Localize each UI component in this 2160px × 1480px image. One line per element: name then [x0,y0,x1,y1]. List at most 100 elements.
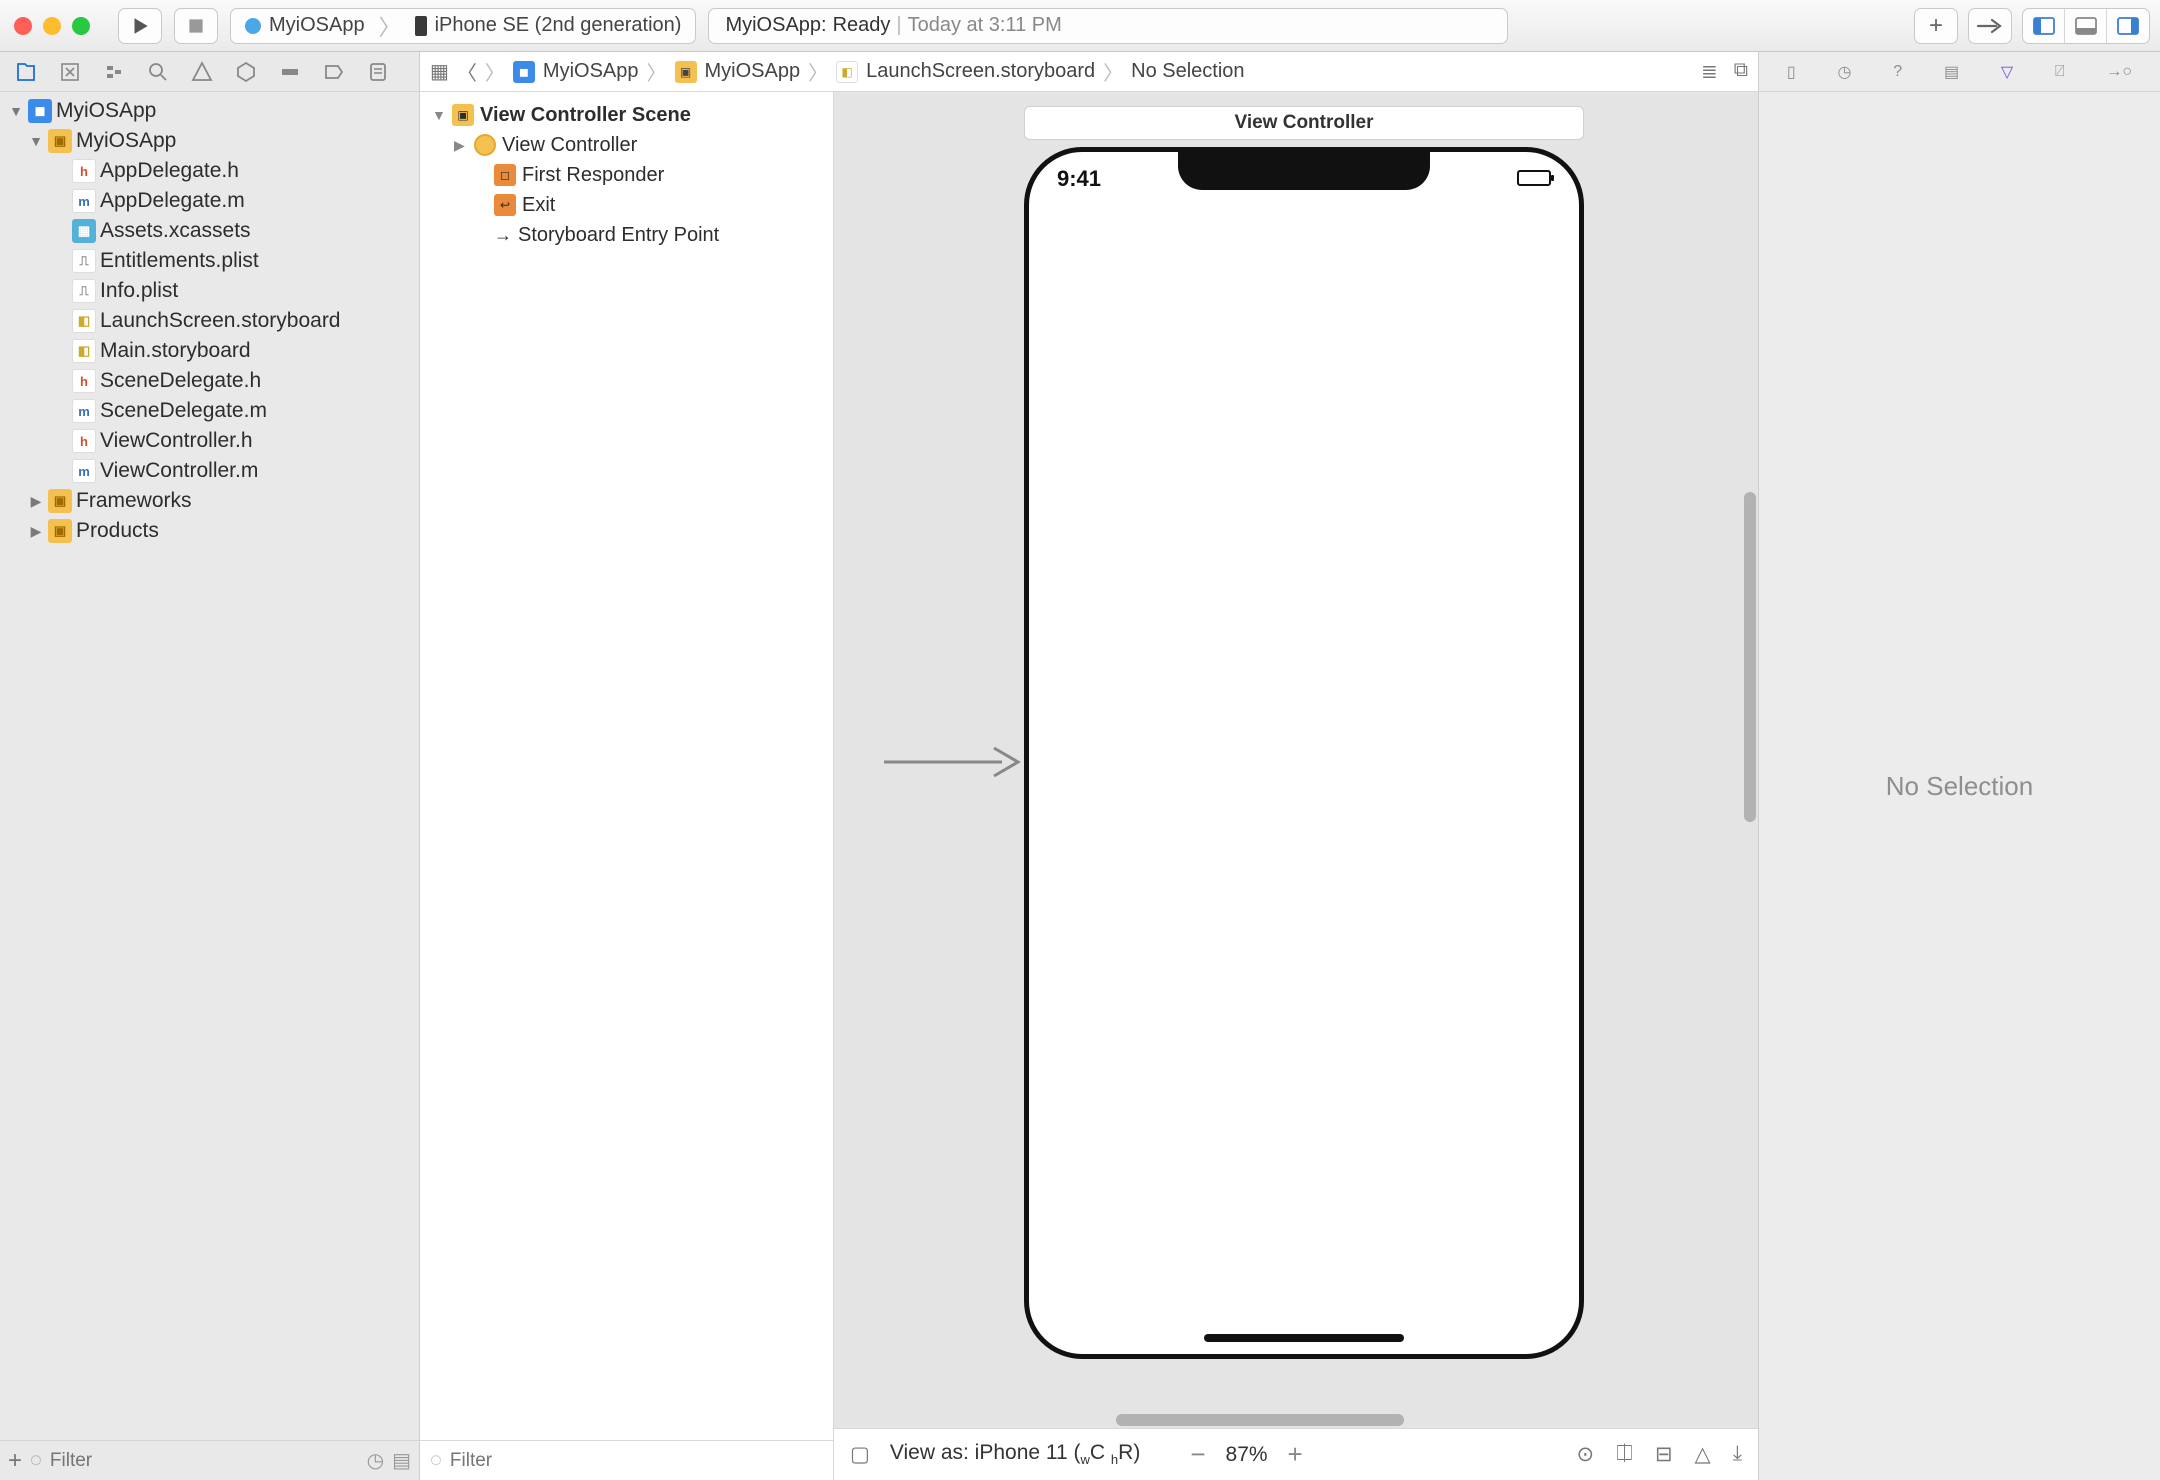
crumb-item[interactable]: LaunchScreen.storyboard [866,60,1095,83]
resolve-icon[interactable]: △ [1695,1442,1711,1467]
test-navigator-tab[interactable] [226,57,266,87]
adjust-editor-icon[interactable]: ⧉ [1734,59,1748,84]
view-as-button[interactable]: View as: iPhone 11 (wC hR) [890,1441,1140,1467]
zoom-in-button[interactable]: + [1288,1439,1303,1470]
tree-file[interactable]: ◧Main.storyboard [0,336,419,366]
scm-filter-icon[interactable]: ▤ [392,1448,411,1473]
tree-label: SceneDelegate.m [100,399,267,423]
file-inspector-tab[interactable]: ▯ [1787,62,1796,82]
help-inspector-tab[interactable]: ? [1893,63,1902,81]
tree-file[interactable]: ⎍Info.plist [0,276,419,306]
tree-file[interactable]: hAppDelegate.h [0,156,419,186]
code-review-button[interactable] [1968,8,2012,44]
device-preview[interactable]: 9:41 [1024,147,1584,1359]
navigator-tabs [0,52,419,92]
tree-label: AppDelegate.m [100,189,245,213]
forward-button[interactable]: 〉 [485,57,505,86]
crumb-item[interactable]: MyiOSApp [543,60,639,83]
tree-file[interactable]: mAppDelegate.m [0,186,419,216]
zoom-out-button[interactable]: − [1190,1439,1205,1470]
outline-scene[interactable]: ▼ ▣ View Controller Scene [426,100,827,130]
outline-filter-input[interactable] [450,1450,823,1472]
tree-file[interactable]: ⎍Entitlements.plist [0,246,419,276]
assets-icon: ▦ [72,219,96,243]
project-navigator-tab[interactable] [6,57,46,87]
project-tree[interactable]: ▼ ◼ MyiOSApp ▼ ▣ MyiOSApp hAppDelegate.h… [0,92,419,1440]
storyboard-entry-arrow[interactable] [884,742,1024,787]
issue-navigator-tab[interactable] [182,57,222,87]
toggle-navigator-icon[interactable] [2023,9,2065,43]
zoom-window-button[interactable] [72,17,90,35]
pin-icon[interactable]: ⊟ [1655,1442,1673,1467]
outline-viewcontroller[interactable]: ▶ View Controller [426,130,827,160]
exit-icon: ↩ [494,194,516,216]
tree-project-root[interactable]: ▼ ◼ MyiOSApp [0,96,419,126]
symbol-navigator-tab[interactable] [94,57,134,87]
related-items-icon[interactable]: ▦ [430,59,449,84]
close-window-button[interactable] [14,17,32,35]
outline-label: First Responder [522,164,664,187]
tree-file[interactable]: ◧LaunchScreen.storyboard [0,306,419,336]
identity-inspector-tab[interactable]: ▤ [1944,62,1959,82]
run-button[interactable] [118,8,162,44]
toggle-debug-area-icon[interactable] [2065,9,2107,43]
tree-group[interactable]: ▼ ▣ MyiOSApp [0,126,419,156]
tree-file[interactable]: ▦Assets.xcassets [0,216,419,246]
scheme-selector[interactable]: MyiOSApp 〉 iPhone SE (2nd generation) [230,8,696,44]
tree-group-frameworks[interactable]: ▶▣Frameworks [0,486,419,516]
toggle-outline-icon[interactable]: ▢ [850,1442,870,1467]
tree-file[interactable]: mViewController.m [0,456,419,486]
size-inspector-tab[interactable]: ⍁ [2055,63,2065,81]
tree-group-products[interactable]: ▶▣Products [0,516,419,546]
outline-entry-point[interactable]: → Storyboard Entry Point [426,220,827,250]
outline-tree[interactable]: ▼ ▣ View Controller Scene ▶ View Control… [420,92,833,1440]
tree-label: Assets.xcassets [100,219,251,243]
connections-inspector-tab[interactable]: →○ [2106,63,2132,81]
toolbar: MyiOSApp 〉 iPhone SE (2nd generation) My… [0,0,2160,52]
tree-file[interactable]: hSceneDelegate.h [0,366,419,396]
view-as-w-sub: w [1081,1453,1090,1468]
document-outline: ▼ ▣ View Controller Scene ▶ View Control… [420,92,834,1480]
crumb-item[interactable]: No Selection [1131,60,1244,83]
header-file-icon: h [72,159,96,183]
navigator-filter-input[interactable] [50,1450,359,1472]
tree-label: MyiOSApp [76,129,176,153]
embed-icon[interactable]: ⤓ [1733,1442,1742,1467]
debug-navigator-tab[interactable] [270,57,310,87]
crumb-item[interactable]: MyiOSApp [705,60,801,83]
stop-button[interactable] [174,8,218,44]
minimize-window-button[interactable] [43,17,61,35]
constraint-update-icon[interactable]: ⊙ [1577,1442,1595,1467]
crumb-file-icon: ◧ [836,61,858,83]
tree-label: LaunchScreen.storyboard [100,309,341,333]
inspector-empty-state: No Selection [1759,92,2160,1480]
vertical-scrollbar[interactable] [1744,492,1756,822]
activity-time-label: Today at 3:11 PM [908,14,1062,37]
view-as-label: View as: iPhone 11 ( [890,1441,1081,1464]
breakpoint-navigator-tab[interactable] [314,57,354,87]
outline-first-responder[interactable]: ◻ First Responder [426,160,827,190]
horizontal-scrollbar[interactable] [1116,1414,1404,1426]
report-navigator-tab[interactable] [358,57,398,87]
editor-options-icon[interactable]: ≣ [1701,59,1718,84]
back-button[interactable]: 〈 [457,57,477,86]
interface-builder-canvas[interactable]: View Controller 9:41 [834,92,1758,1480]
activity-view[interactable]: MyiOSApp: Ready | Today at 3:11 PM [708,8,1508,44]
source-control-navigator-tab[interactable] [50,57,90,87]
toggle-inspector-icon[interactable] [2107,9,2149,43]
align-icon[interactable]: ⎅ [1616,1442,1633,1467]
find-navigator-tab[interactable] [138,57,178,87]
scene-title-bar[interactable]: View Controller [1024,106,1584,140]
filter-icon: ◌ [30,1449,42,1472]
zoom-level-label[interactable]: 87% [1226,1443,1268,1467]
activity-sep: | [896,14,901,37]
add-button[interactable]: + [8,1447,22,1475]
library-button[interactable]: + [1914,8,1958,44]
tree-file[interactable]: hViewController.h [0,426,419,456]
attributes-inspector-tab[interactable]: ▽ [2001,62,2013,82]
tree-file[interactable]: mSceneDelegate.m [0,396,419,426]
outline-exit[interactable]: ↩ Exit [426,190,827,220]
history-inspector-tab[interactable]: ◷ [1838,62,1852,82]
crumb-folder-icon: ▣ [675,61,697,83]
recent-filter-icon[interactable]: ◷ [367,1448,384,1473]
